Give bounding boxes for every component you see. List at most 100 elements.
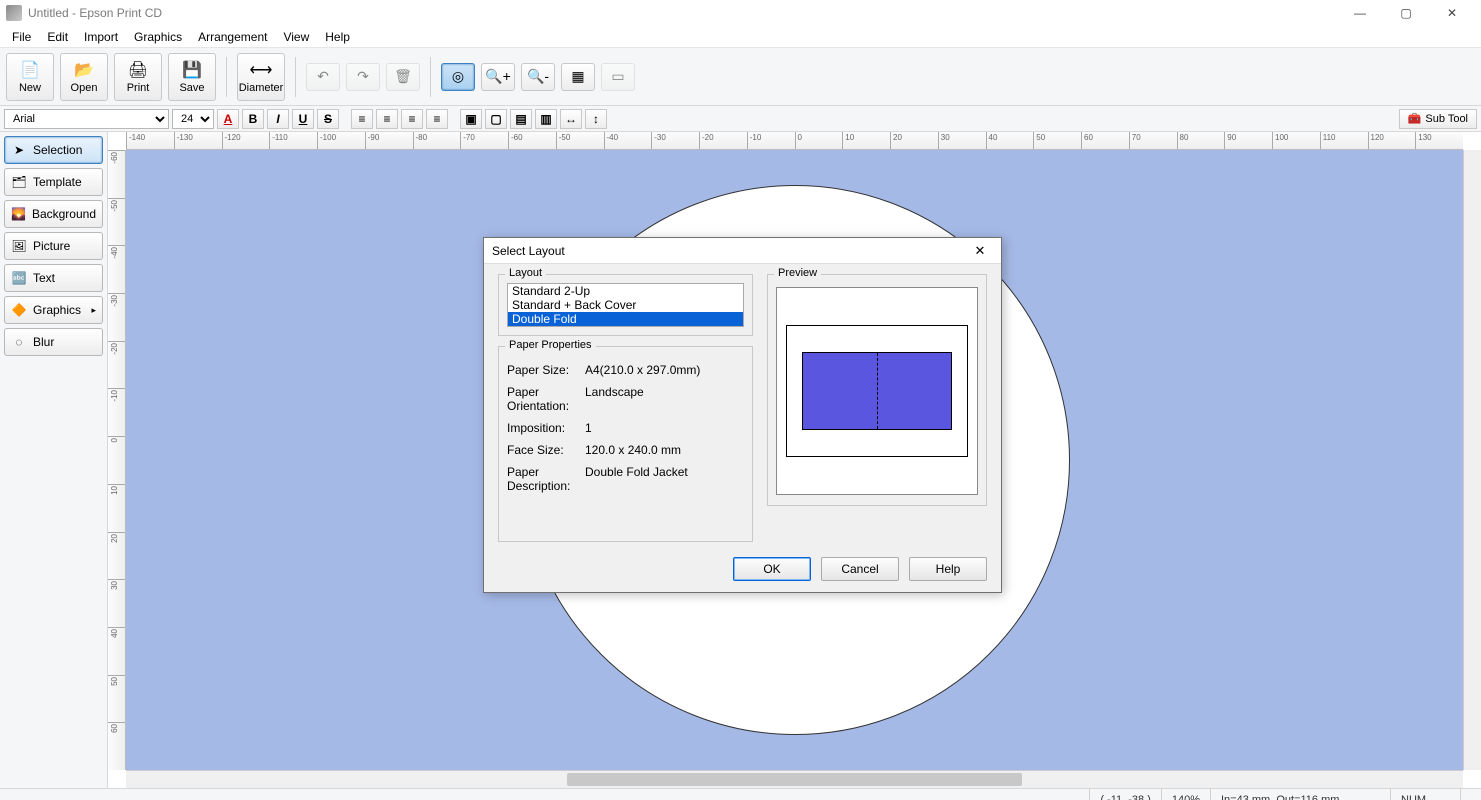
layout-fieldset: Layout Standard 2-Up Standard + Back Cov… [498, 274, 753, 336]
ruler-tick: -110 [269, 132, 317, 149]
dialog-close-button[interactable]: ✕ [967, 241, 993, 261]
ruler-tick: -40 [604, 132, 652, 149]
ruler-tick: -20 [108, 341, 125, 389]
arrange-back-icon: ▢ [490, 112, 501, 126]
ruler-tick: -60 [108, 150, 125, 198]
preview-legend: Preview [774, 267, 821, 279]
close-button[interactable]: ✕ [1429, 0, 1475, 26]
arrange-forward-button[interactable]: ▤ [510, 109, 532, 129]
arrange-backward-button[interactable]: ▥ [535, 109, 557, 129]
graphics-icon: 🔶 [11, 302, 27, 318]
ok-button[interactable]: OK [733, 557, 811, 581]
font-size-select[interactable]: 24 [172, 109, 214, 129]
chevron-right-icon: ▸ [91, 305, 96, 316]
font-select[interactable]: Arial [4, 109, 169, 129]
status-dims: In=43 mm, Out=116 mm [1210, 789, 1390, 800]
save-button[interactable]: 💾Save [168, 53, 216, 101]
zoom-in-button[interactable]: 🔍+ [481, 63, 515, 91]
layout-legend: Layout [505, 267, 546, 279]
diameter-button[interactable]: ⟷ Diameter [237, 53, 285, 101]
ruler-tick: 0 [795, 132, 843, 149]
align-right-button[interactable]: ≡ [401, 109, 423, 129]
ruler-tick: 40 [108, 627, 125, 675]
menu-help[interactable]: Help [317, 27, 358, 47]
align-left-button[interactable]: ≡ [351, 109, 373, 129]
main-toolbar: 📄New 📂Open 🖨Print 💾Save ⟷Diameter ↶ ↷ 🗑 … [0, 48, 1481, 106]
menu-import[interactable]: Import [76, 27, 126, 47]
sidebar-item-label: Template [33, 175, 82, 189]
layout-listbox[interactable]: Standard 2-Up Standard + Back Cover Doub… [507, 283, 744, 327]
ruler-tick: -30 [108, 293, 125, 341]
sidebar-item-blur[interactable]: ◌Blur [4, 328, 103, 356]
arrange-front-button[interactable]: ▣ [460, 109, 482, 129]
ruler-tick: -50 [108, 198, 125, 246]
print-icon: 🖨 [127, 60, 149, 80]
sidebar-item-template[interactable]: 🗂Template [4, 168, 103, 196]
menu-graphics[interactable]: Graphics [126, 27, 190, 47]
strike-button[interactable]: S [317, 109, 339, 129]
menu-view[interactable]: View [275, 27, 317, 47]
align-justify-button[interactable]: ≡ [426, 109, 448, 129]
save-icon: 💾 [181, 60, 203, 80]
italic-button[interactable]: I [267, 109, 289, 129]
center-h-button[interactable]: ↔ [560, 109, 582, 129]
center-v-button[interactable]: ↕ [585, 109, 607, 129]
new-button[interactable]: 📄New [6, 53, 54, 101]
description-value: Double Fold Jacket [585, 465, 688, 493]
redo-button[interactable]: ↷ [346, 63, 380, 91]
subtool-button[interactable]: 🧰Sub Tool [1399, 109, 1477, 129]
help-button[interactable]: Help [909, 557, 987, 581]
sidebar-item-selection[interactable]: ➤Selection [4, 136, 103, 164]
diameter-label: Diameter [239, 82, 284, 94]
snap-button[interactable]: ▭ [601, 63, 635, 91]
status-coords: ( -11, -38 ) [1089, 789, 1161, 800]
menu-file[interactable]: File [4, 27, 39, 47]
undo-icon: ↶ [317, 68, 329, 85]
sidebar-item-text[interactable]: 🔤Text [4, 264, 103, 292]
minimize-button[interactable]: — [1337, 0, 1383, 26]
scrollbar-horizontal[interactable] [126, 770, 1463, 788]
arrange-back-button[interactable]: ▢ [485, 109, 507, 129]
delete-button[interactable]: 🗑 [386, 63, 420, 91]
pointer-icon: ➤ [11, 142, 27, 158]
dialog-title-bar[interactable]: Select Layout ✕ [484, 238, 1001, 264]
font-color-button[interactable]: A [217, 109, 239, 129]
grid-button[interactable]: ▦ [561, 63, 595, 91]
bold-button[interactable]: B [242, 109, 264, 129]
print-label: Print [127, 82, 150, 94]
ruler-tick: 60 [1081, 132, 1129, 149]
diameter-icon: ⟷ [250, 60, 272, 80]
zoom-out-button[interactable]: 🔍- [521, 63, 555, 91]
underline-button[interactable]: U [292, 109, 314, 129]
ruler-vertical: -60-50-40-30-20-100102030405060 [108, 150, 126, 770]
maximize-button[interactable]: ▢ [1383, 0, 1429, 26]
print-button[interactable]: 🖨 Print [114, 53, 162, 101]
title-bar: Untitled - Epson Print CD — ▢ ✕ [0, 0, 1481, 26]
sidebar-item-picture[interactable]: 🖼Picture [4, 232, 103, 260]
subtool-label: Sub Tool [1425, 113, 1468, 125]
menu-edit[interactable]: Edit [39, 27, 76, 47]
window-title: Untitled - Epson Print CD [28, 6, 162, 20]
ruler-tick: -60 [508, 132, 556, 149]
ruler-tick: -20 [699, 132, 747, 149]
grid-icon: ▦ [571, 68, 584, 85]
layout-item[interactable]: Standard + Back Cover [508, 298, 743, 312]
scrollbar-vertical[interactable] [1463, 150, 1481, 770]
paper-size-key: Paper Size: [507, 363, 585, 377]
ruler-tick: 90 [1224, 132, 1272, 149]
layout-item[interactable]: Standard 2-Up [508, 284, 743, 298]
sidebar-item-background[interactable]: 🌄Background [4, 200, 103, 228]
cancel-button[interactable]: Cancel [821, 557, 899, 581]
sidebar-item-graphics[interactable]: 🔶Graphics▸ [4, 296, 103, 324]
scrollbar-thumb[interactable] [567, 773, 1022, 786]
paper-properties-fieldset: Paper Properties Paper Size:A4(210.0 x 2… [498, 346, 753, 542]
zoom-fit-button[interactable]: ◎ [441, 63, 475, 91]
undo-button[interactable]: ↶ [306, 63, 340, 91]
status-zoom: 140% [1161, 789, 1210, 800]
redo-icon: ↷ [357, 68, 369, 85]
open-button[interactable]: 📂Open [60, 53, 108, 101]
menu-arrangement[interactable]: Arrangement [190, 27, 275, 47]
layout-item-selected[interactable]: Double Fold [508, 312, 743, 326]
status-resize-grip[interactable] [1460, 789, 1481, 800]
align-center-button[interactable]: ≡ [376, 109, 398, 129]
